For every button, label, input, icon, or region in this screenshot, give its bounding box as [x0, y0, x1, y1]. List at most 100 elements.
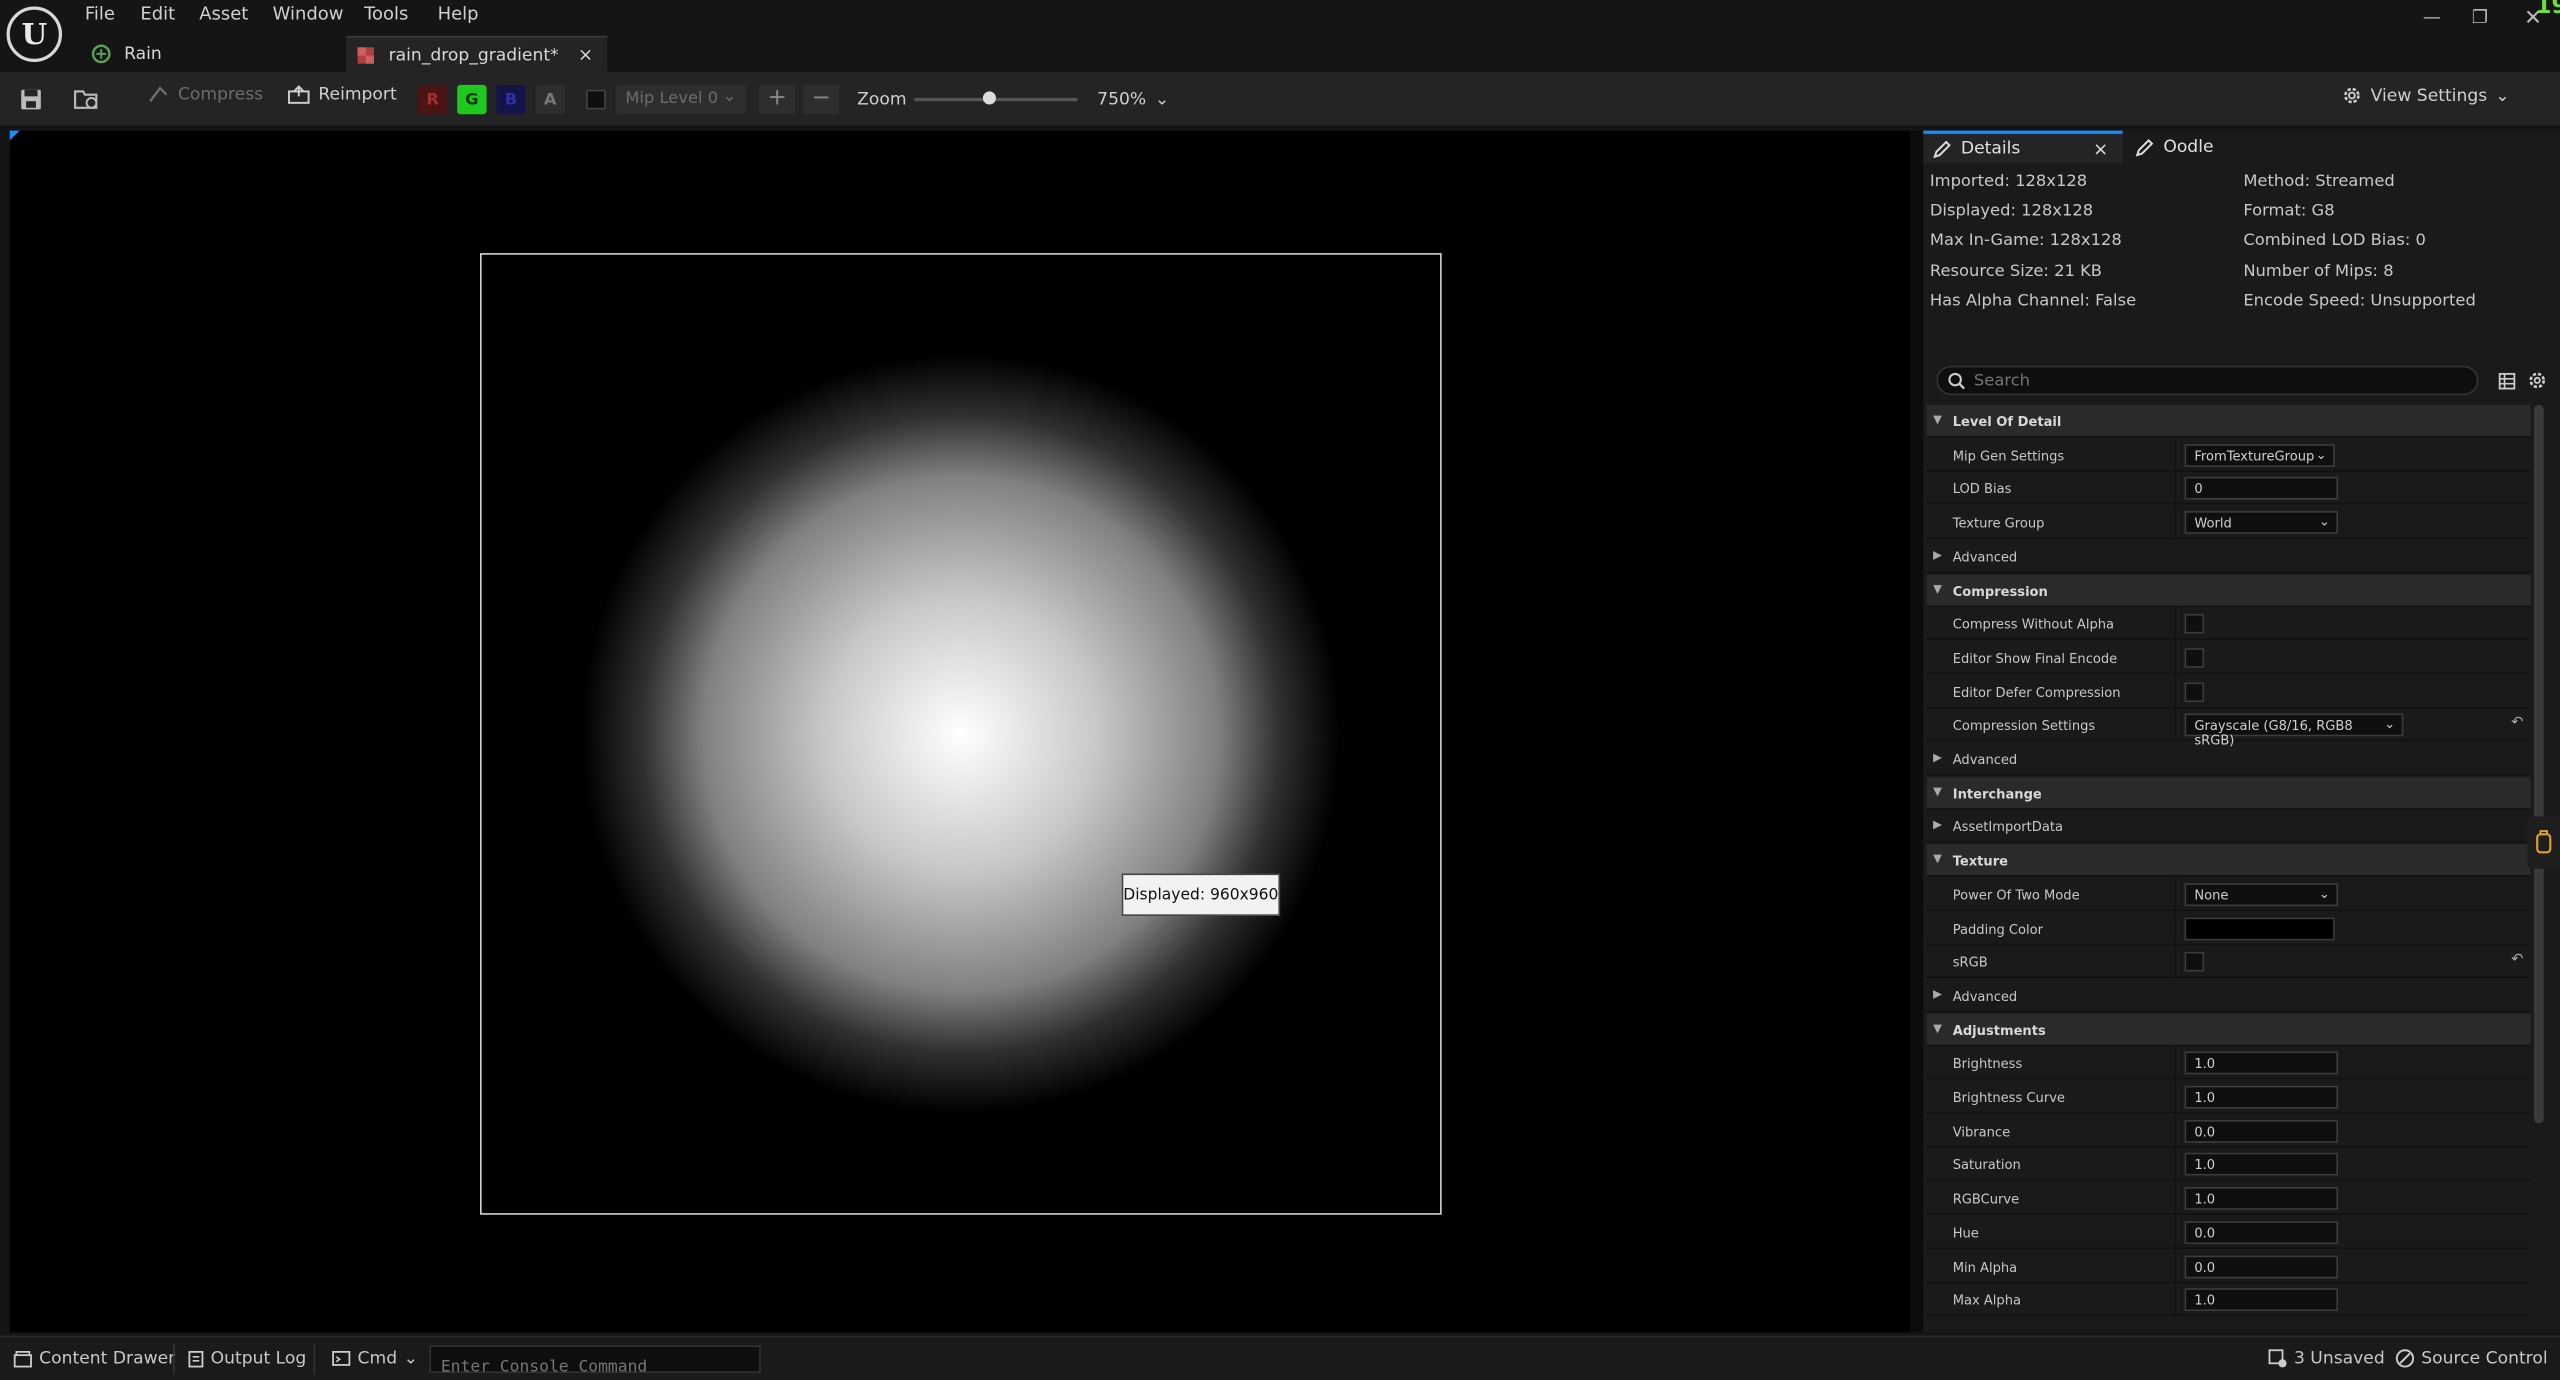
brightness-curve-input[interactable]: 1.0: [2184, 1085, 2339, 1109]
compress-without-alpha-checkbox[interactable]: [2184, 614, 2205, 634]
expand-arrow-right-icon[interactable]: ▶: [1933, 751, 1942, 764]
category-adjustments[interactable]: ▼ Adjustments: [1926, 1013, 2531, 1046]
compress-icon: [149, 86, 168, 102]
unreal-logo-icon[interactable]: U: [6, 6, 63, 63]
category-interchange[interactable]: ▼ Interchange: [1926, 776, 2531, 810]
category-compression[interactable]: ▼ Compression: [1926, 573, 2531, 607]
reset-to-default-icon[interactable]: ↶: [2511, 716, 2523, 732]
browse-asset-icon[interactable]: [72, 87, 101, 113]
menu-window[interactable]: Window: [273, 3, 344, 24]
chevron-down-icon: ⌄: [2315, 446, 2327, 462]
channel-g-toggle[interactable]: G: [457, 84, 487, 115]
hue-input[interactable]: 0.0: [2184, 1220, 2339, 1244]
menu-asset[interactable]: Asset: [199, 3, 248, 24]
expand-arrow-right-icon[interactable]: ▶: [1933, 548, 1942, 561]
property-row-assetimportdata[interactable]: ▶ AssetImportData: [1926, 810, 2531, 844]
category-level-of-detail[interactable]: ▼ Level Of Detail: [1926, 404, 2531, 438]
saturation-input[interactable]: 1.0: [2184, 1153, 2339, 1177]
details-search: [1936, 365, 2479, 396]
dropdown-value: World: [2194, 516, 2232, 531]
side-drawer-tab[interactable]: [2527, 816, 2560, 869]
mip-increase-button[interactable]: +: [759, 84, 796, 115]
unsaved-button[interactable]: 3 Unsaved: [2268, 1348, 2385, 1369]
padding-color-swatch[interactable]: [2184, 916, 2335, 940]
srgb-checkbox[interactable]: [2184, 952, 2205, 972]
rgbcurve-input[interactable]: 1.0: [2184, 1187, 2339, 1210]
column-divider: [2174, 878, 2177, 911]
info-has-alpha: Has Alpha Channel: False: [1929, 292, 2137, 311]
minimize-icon[interactable]: —: [2423, 7, 2441, 28]
table-view-icon[interactable]: [2498, 372, 2516, 390]
details-scrollbar[interactable]: [2533, 404, 2544, 1124]
category-texture[interactable]: ▼ Texture: [1926, 844, 2531, 877]
cmd-dropdown[interactable]: Cmd ⌄: [331, 1349, 418, 1368]
compress-button[interactable]: Compress: [147, 84, 264, 105]
lod-bias-input[interactable]: 0: [2184, 477, 2339, 501]
tab-oodle[interactable]: Oodle: [2132, 131, 2214, 164]
expand-arrow-down-icon[interactable]: ▼: [1933, 852, 1942, 865]
unsaved-label: 3 Unsaved: [2293, 1348, 2385, 1369]
expand-arrow-down-icon[interactable]: ▼: [1933, 785, 1942, 798]
column-divider: [2174, 438, 2177, 472]
gear-icon: [2344, 87, 2360, 104]
panel-splitter[interactable]: [1910, 130, 1924, 1333]
texture-group-dropdown[interactable]: World ⌄: [2184, 511, 2339, 535]
mip-gen-settings-dropdown[interactable]: FromTextureGroup ⌄: [2184, 443, 2335, 467]
reimport-button[interactable]: Reimport: [287, 85, 397, 104]
property-label: RGBCurve: [1952, 1192, 2020, 1207]
expand-arrow-down-icon[interactable]: ▼: [1933, 1021, 1942, 1034]
pencil-icon: [2135, 138, 2154, 156]
reset-to-default-icon[interactable]: ↶: [2511, 952, 2523, 968]
mip-checkbox[interactable]: [586, 89, 606, 110]
property-row-advanced[interactable]: ▶ Advanced: [1926, 540, 2531, 573]
power-of-two-mode-dropdown[interactable]: None ⌄: [2184, 882, 2339, 906]
min-alpha-input[interactable]: 0.0: [2184, 1254, 2339, 1278]
vibrance-input[interactable]: 0.0: [2184, 1119, 2339, 1143]
property-label: Max Alpha: [1952, 1293, 2022, 1309]
max-alpha-input[interactable]: 1.0: [2184, 1288, 2339, 1312]
property-row-brightness-curve: Brightness Curve 1.0: [1926, 1080, 2531, 1114]
mip-level-dropdown[interactable]: Mip Level 0 ⌄: [615, 84, 747, 115]
tab-details-close-icon[interactable]: ×: [2093, 138, 2108, 159]
info-number-of-mips: Number of Mips: 8: [2243, 262, 2394, 281]
menu-file[interactable]: File: [85, 3, 115, 24]
expand-arrow-down-icon[interactable]: ▼: [1933, 582, 1942, 595]
channel-r-toggle[interactable]: R: [417, 84, 448, 115]
channel-b-toggle[interactable]: B: [496, 84, 526, 115]
compression-settings-dropdown[interactable]: Grayscale (G8/16, RGB8 sRGB) ⌄: [2184, 713, 2404, 748]
zoom-slider-handle[interactable]: [982, 91, 996, 105]
brightness-input[interactable]: 1.0: [2184, 1051, 2339, 1075]
zoom-dropdown[interactable]: 750% ⌄: [1097, 90, 1169, 110]
compress-label: Compress: [177, 84, 264, 105]
menu-help[interactable]: Help: [438, 3, 479, 24]
property-label: Editor Defer Compression: [1952, 685, 2121, 700]
tab-rain[interactable]: Rain: [85, 36, 346, 72]
expand-arrow-down-icon[interactable]: ▼: [1933, 413, 1942, 426]
tab-details[interactable]: Details ×: [1923, 130, 2123, 164]
expand-arrow-right-icon[interactable]: ▶: [1933, 988, 1942, 1001]
tab-rain-drop-gradient[interactable]: rain_drop_gradient* ×: [346, 35, 608, 72]
view-settings-button[interactable]: View Settings ⌄: [2341, 85, 2510, 106]
tab-oodle-label: Oodle: [2163, 137, 2214, 157]
settings-gear-icon[interactable]: [2527, 371, 2547, 391]
property-label: Saturation: [1952, 1158, 2021, 1173]
menu-tools[interactable]: Tools: [364, 3, 408, 24]
restore-icon[interactable]: ❐: [2472, 7, 2488, 28]
property-label: Power Of Two Mode: [1952, 887, 2080, 903]
menu-edit[interactable]: Edit: [140, 3, 175, 24]
editor-show-final-encode-checkbox[interactable]: [2184, 648, 2205, 668]
property-row-advanced[interactable]: ▶ Advanced: [1926, 743, 2531, 776]
property-row-advanced[interactable]: ▶ Advanced: [1926, 979, 2531, 1013]
property-label: Texture Group: [1952, 516, 2045, 531]
source-control-button[interactable]: Source Control: [2395, 1349, 2548, 1368]
content-drawer-button[interactable]: Content Drawer: [13, 1349, 175, 1368]
mip-decrease-button[interactable]: −: [803, 84, 840, 115]
console-command-input[interactable]: [431, 1355, 760, 1380]
details-search-input[interactable]: [1973, 368, 2464, 392]
output-log-button[interactable]: Output Log: [188, 1349, 306, 1368]
channel-a-toggle[interactable]: A: [535, 84, 565, 115]
save-icon[interactable]: [20, 88, 43, 111]
tab-close-icon[interactable]: ×: [578, 44, 593, 65]
expand-arrow-right-icon[interactable]: ▶: [1933, 819, 1942, 832]
editor-defer-compression-checkbox[interactable]: [2184, 681, 2205, 702]
